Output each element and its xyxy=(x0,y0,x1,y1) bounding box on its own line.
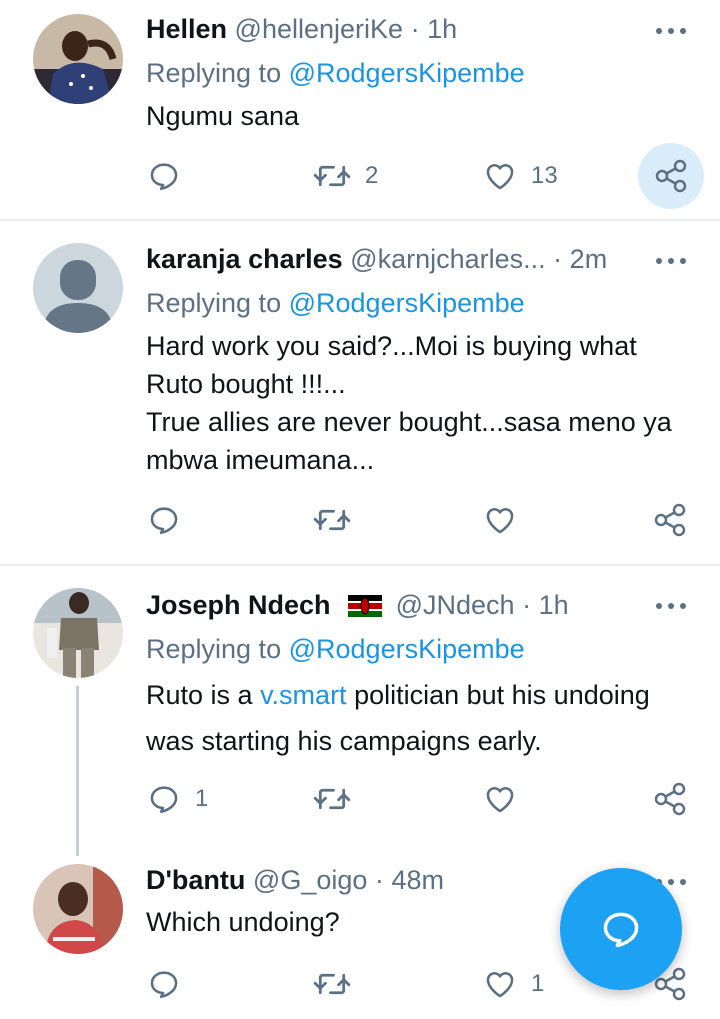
user-handle[interactable]: @karnjcharles... xyxy=(350,244,545,274)
share-icon xyxy=(654,782,686,816)
separator-dot: · xyxy=(410,14,420,44)
heart-icon xyxy=(486,164,514,190)
retweet-icon xyxy=(313,509,351,531)
retweet-button[interactable] xyxy=(313,490,351,550)
replying-to: Replying to @RodgersKipembe xyxy=(146,286,525,320)
action-bar: 1 xyxy=(0,769,720,829)
timestamp[interactable]: 1h xyxy=(427,14,457,44)
share-button[interactable] xyxy=(654,769,688,829)
tweet-text-line: Ruto bought !!!... xyxy=(146,369,346,399)
more-dots-icon[interactable] xyxy=(656,26,686,36)
tweet-header: D'bantu @G_oigo · 48m xyxy=(146,863,444,897)
retweet-button[interactable] xyxy=(313,769,351,829)
mention-link[interactable]: @RodgersKipembe xyxy=(289,288,525,318)
share-icon xyxy=(654,503,686,537)
tweet-3[interactable]: Joseph Ndech @JNdech · 1h Replying to @R… xyxy=(0,566,720,856)
reply-icon xyxy=(150,971,178,999)
reply-icon xyxy=(150,507,178,535)
reply-count: 1 xyxy=(195,785,209,812)
separator-dot: · xyxy=(374,865,384,895)
share-button[interactable] xyxy=(638,143,704,209)
mention-link[interactable]: @RodgersKipembe xyxy=(289,58,525,88)
like-count: 1 xyxy=(531,970,545,997)
replying-prefix: Replying to xyxy=(146,288,282,318)
inline-link[interactable]: v.smart xyxy=(260,680,347,710)
display-name[interactable]: karanja charles xyxy=(146,244,343,274)
more-dots-icon[interactable] xyxy=(656,601,686,611)
display-name[interactable]: Joseph Ndech xyxy=(146,590,331,620)
reply-icon xyxy=(150,786,178,814)
like-button[interactable] xyxy=(483,769,517,829)
replying-prefix: Replying to xyxy=(146,58,282,88)
heart-icon xyxy=(486,508,514,534)
text-segment: Ruto is a xyxy=(146,680,261,710)
tweet-text-line: was starting his campaigns early. xyxy=(146,726,542,756)
replying-to: Replying to @RodgersKipembe xyxy=(146,632,525,666)
tweet-1[interactable]: Hellen @hellenjeriKe · 1h Replying to @R… xyxy=(0,0,720,220)
tweet-header: Joseph Ndech @JNdech · 1h xyxy=(146,588,569,622)
heart-icon xyxy=(486,787,514,813)
reply-button[interactable] xyxy=(147,954,181,1014)
replying-prefix: Replying to xyxy=(146,634,282,664)
tweet-text: Hard work you said?...Moi is buying what… xyxy=(146,327,706,479)
like-button[interactable]: 13 xyxy=(483,146,558,206)
tweet-text: Ngumu sana xyxy=(146,98,706,134)
like-button[interactable] xyxy=(483,490,517,550)
like-count: 13 xyxy=(531,162,558,189)
retweet-button[interactable] xyxy=(313,954,351,1014)
user-handle[interactable]: @hellenjeriKe xyxy=(235,14,404,44)
compose-reply-icon xyxy=(603,912,639,948)
user-handle[interactable]: @JNdech xyxy=(396,590,515,620)
tweet-text-line: True allies are never bought...sasa meno… xyxy=(146,407,672,437)
timestamp[interactable]: 48m xyxy=(391,865,444,895)
tweet-text-line: mbwa imeumana... xyxy=(146,445,375,475)
avatar[interactable] xyxy=(33,864,123,954)
tweet-header: Hellen @hellenjeriKe · 1h xyxy=(146,12,457,46)
display-name[interactable]: D'bantu xyxy=(146,865,245,895)
retweet-icon xyxy=(313,165,351,187)
timestamp[interactable]: 2m xyxy=(570,244,608,274)
tweet-text-line: Hard work you said?...Moi is buying what xyxy=(146,331,637,361)
kenya-flag-icon xyxy=(348,595,383,617)
action-bar: 2 13 xyxy=(0,146,720,206)
tweet-header: karanja charles @karnjcharles... · 2m xyxy=(146,242,607,276)
action-bar xyxy=(0,490,720,550)
heart-icon xyxy=(486,972,514,998)
separator-dot: · xyxy=(553,244,563,274)
more-dots-icon[interactable] xyxy=(656,256,686,266)
reply-button[interactable]: 1 xyxy=(147,769,208,829)
like-button[interactable]: 1 xyxy=(483,954,544,1014)
reply-button[interactable] xyxy=(147,490,181,550)
replying-to: Replying to @RodgersKipembe xyxy=(146,56,525,90)
share-button[interactable] xyxy=(654,490,688,550)
reply-icon xyxy=(150,163,178,191)
avatar[interactable] xyxy=(33,243,123,333)
separator-dot: · xyxy=(522,590,532,620)
retweet-button[interactable]: 2 xyxy=(313,146,378,206)
compose-reply-button[interactable] xyxy=(560,868,682,990)
text-segment: politician but his undoing xyxy=(346,680,650,710)
avatar[interactable] xyxy=(33,14,123,104)
tweet-text-line: Ngumu sana xyxy=(146,101,300,131)
reply-button[interactable] xyxy=(147,146,181,206)
timestamp[interactable]: 1h xyxy=(539,590,569,620)
user-handle[interactable]: @G_oigo xyxy=(253,865,367,895)
display-name[interactable]: Hellen xyxy=(146,14,227,44)
retweet-count: 2 xyxy=(365,162,379,189)
share-icon xyxy=(655,159,687,193)
retweet-icon xyxy=(313,973,351,995)
mention-link[interactable]: @RodgersKipembe xyxy=(289,634,525,664)
avatar[interactable] xyxy=(33,588,123,678)
retweet-icon xyxy=(313,788,351,810)
tweet-text-line: Ruto is a v.smart politician but his und… xyxy=(146,672,706,718)
tweet-2[interactable]: karanja charles @karnjcharles... · 2m Re… xyxy=(0,221,720,564)
tweet-text: Ruto is a v.smart politician but his und… xyxy=(146,672,706,764)
